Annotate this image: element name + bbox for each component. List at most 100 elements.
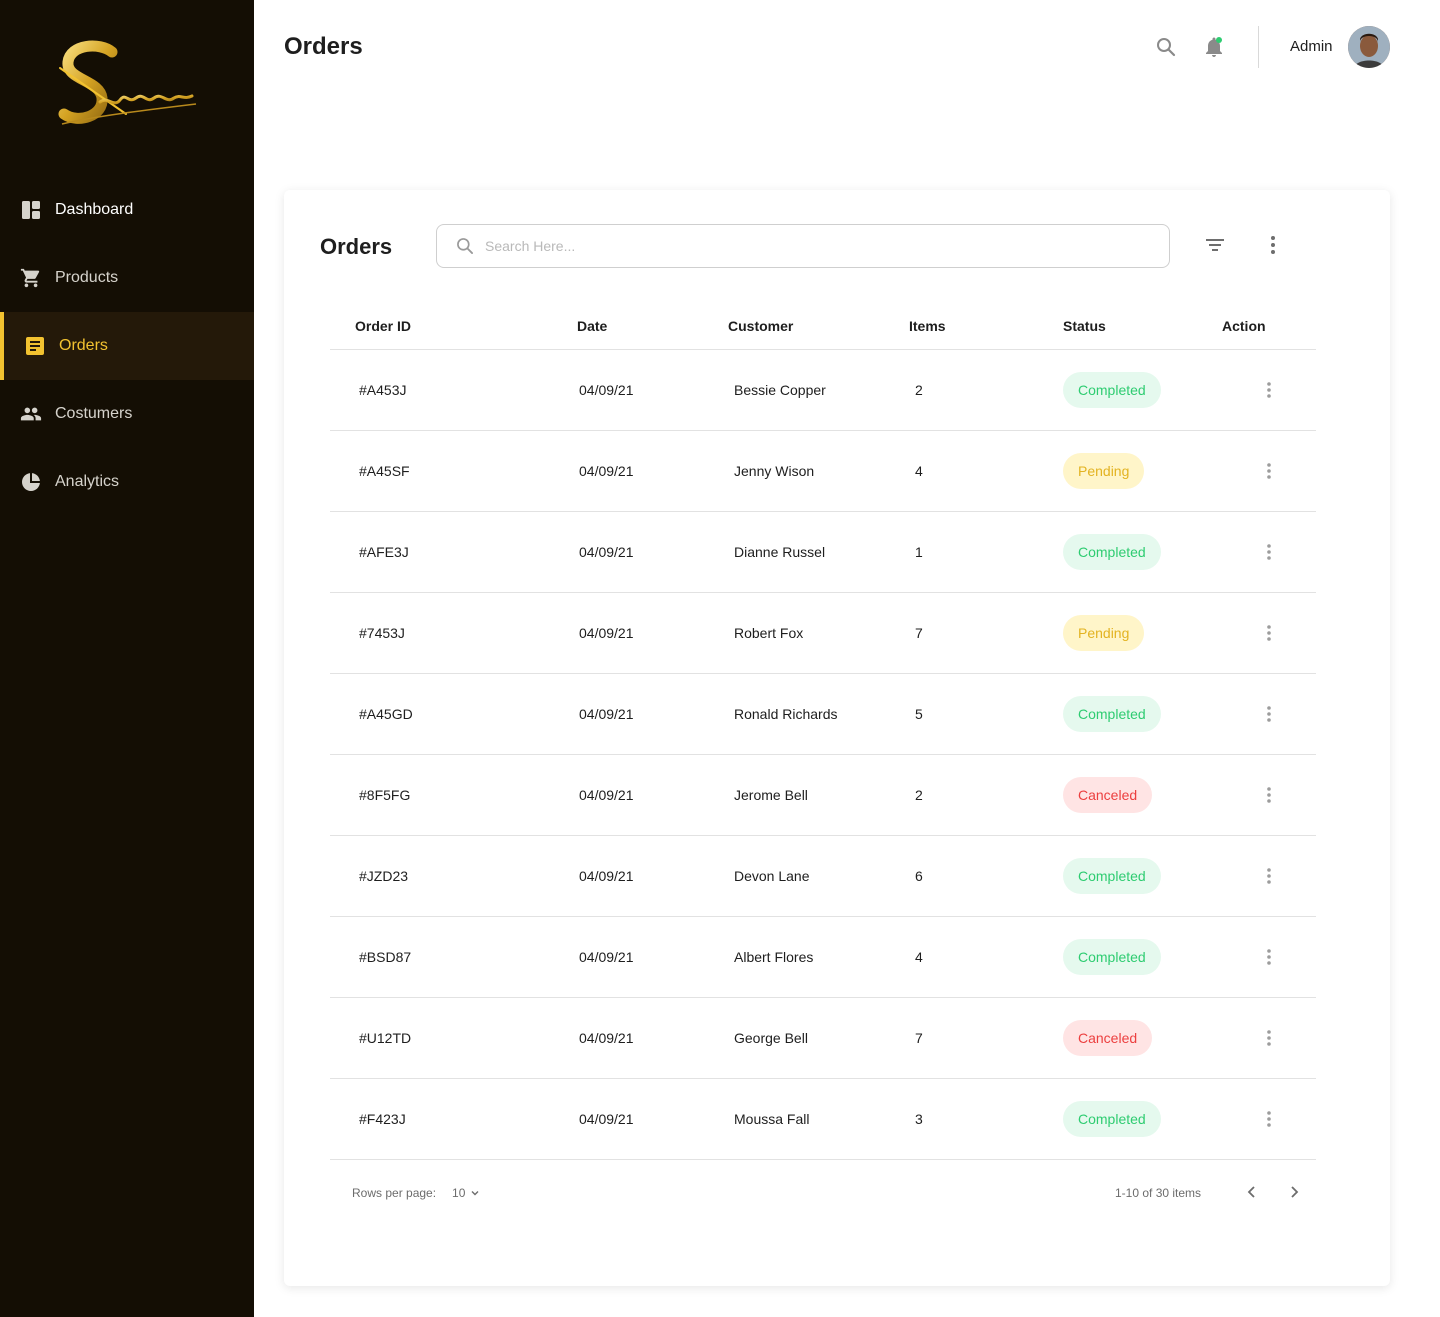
previous-page-button[interactable] (1242, 1182, 1262, 1202)
status-badge: Completed (1063, 695, 1161, 732)
row-action-button[interactable] (1222, 948, 1316, 966)
customer-cell: George Bell (728, 997, 909, 1079)
search-icon (457, 238, 473, 254)
table-row[interactable]: #F423J 04/09/21 Moussa Fall 3 Completed (330, 1078, 1316, 1160)
more-vertical-icon (1271, 236, 1275, 254)
date-cell: 04/09/21 (577, 997, 728, 1079)
order-id-cell: #8F5FG (330, 754, 577, 836)
action-cell (1222, 511, 1316, 593)
row-action-button[interactable] (1222, 867, 1316, 885)
action-cell (1222, 754, 1316, 836)
status-badge: Canceled (1063, 1019, 1153, 1056)
sidebar-item-label: Costumers (55, 405, 133, 422)
table-row[interactable]: #BSD87 04/09/21 Albert Flores 4 Completed (330, 916, 1316, 998)
items-cell: 4 (909, 430, 1063, 512)
chevron-down-icon (471, 1191, 479, 1196)
status-cell: Canceled (1063, 997, 1222, 1079)
items-cell: 2 (909, 349, 1063, 431)
pagination-range: 1-10 of 30 items (1115, 1186, 1202, 1200)
rows-per-page-select[interactable]: 10 (452, 1186, 481, 1200)
table-row[interactable]: #A453J 04/09/21 Bessie Copper 2 Completed (330, 349, 1316, 431)
brand-logo[interactable] (56, 38, 200, 134)
avatar[interactable] (1348, 26, 1390, 68)
status-cell: Completed (1063, 1078, 1222, 1160)
items-cell: 5 (909, 673, 1063, 755)
table-row[interactable]: #A45SF 04/09/21 Jenny Wison 4 Pending (330, 430, 1316, 512)
people-icon (20, 403, 42, 425)
customer-cell: Jerome Bell (728, 754, 909, 836)
search-icon (1157, 38, 1176, 57)
row-action-button[interactable] (1222, 462, 1316, 480)
order-id-cell: #AFE3J (330, 511, 577, 593)
order-id-cell: #F423J (330, 1078, 577, 1160)
header-search-button[interactable] (1154, 35, 1178, 59)
row-action-button[interactable] (1222, 543, 1316, 561)
action-cell (1222, 430, 1316, 512)
status-badge: Pending (1063, 614, 1145, 651)
orders-table: Order ID Date Customer Items Status Acti… (330, 304, 1316, 1160)
brand-logo-mark (58, 40, 197, 125)
items-cell: 7 (909, 997, 1063, 1079)
rows-per-page-value: 10 (452, 1186, 466, 1200)
column-header-date[interactable]: Date (577, 304, 728, 350)
page-title: Orders (284, 33, 363, 60)
status-cell: Completed (1063, 511, 1222, 593)
sidebar-item-costumers[interactable]: Costumers (0, 380, 254, 448)
row-action-button[interactable] (1222, 624, 1316, 642)
action-cell (1222, 673, 1316, 755)
sidebar-item-orders[interactable]: Orders (0, 312, 254, 380)
row-action-button[interactable] (1222, 786, 1316, 804)
items-cell: 6 (909, 835, 1063, 917)
next-page-button[interactable] (1284, 1182, 1304, 1202)
status-badge: Completed (1063, 857, 1161, 894)
column-header-status[interactable]: Status (1063, 304, 1222, 350)
date-cell: 04/09/21 (577, 835, 728, 917)
search-field[interactable] (436, 224, 1170, 268)
sidebar-item-label: Orders (59, 337, 108, 354)
action-cell (1222, 997, 1316, 1079)
table-header-row: Order ID Date Customer Items Status Acti… (330, 304, 1316, 350)
status-cell: Completed (1063, 835, 1222, 917)
status-cell: Completed (1063, 673, 1222, 755)
table-row[interactable]: #7453J 04/09/21 Robert Fox 7 Pending (330, 592, 1316, 674)
sidebar-item-products[interactable]: Products (0, 244, 254, 312)
customer-cell: Ronald Richards (728, 673, 909, 755)
date-cell: 04/09/21 (577, 349, 728, 431)
user-name[interactable]: Admin (1290, 38, 1333, 55)
sidebar: Dashboard Products Orders Costumers Anal… (0, 0, 254, 1317)
order-id-cell: #7453J (330, 592, 577, 674)
action-cell (1222, 592, 1316, 674)
filter-button[interactable] (1204, 234, 1226, 256)
search-input[interactable] (485, 238, 1085, 254)
row-action-button[interactable] (1222, 705, 1316, 723)
more-vertical-icon (1267, 381, 1271, 398)
column-header-items[interactable]: Items (909, 304, 1063, 350)
action-cell (1222, 916, 1316, 998)
status-cell: Completed (1063, 349, 1222, 431)
status-badge: Completed (1063, 371, 1161, 408)
action-cell (1222, 835, 1316, 917)
items-cell: 4 (909, 916, 1063, 998)
order-id-cell: #A453J (330, 349, 577, 431)
notifications-button[interactable] (1202, 35, 1226, 59)
more-options-button[interactable] (1262, 234, 1284, 256)
table-row[interactable]: #A45GD 04/09/21 Ronald Richards 5 Completed (330, 673, 1316, 755)
row-action-button[interactable] (1222, 1110, 1316, 1128)
column-header-order-id[interactable]: Order ID (330, 304, 577, 350)
table-row[interactable]: #JZD23 04/09/21 Devon Lane 6 Completed (330, 835, 1316, 917)
table-row[interactable]: #AFE3J 04/09/21 Dianne Russel 1 Completed (330, 511, 1316, 593)
row-action-button[interactable] (1222, 1029, 1316, 1047)
date-cell: 04/09/21 (577, 673, 728, 755)
row-action-button[interactable] (1222, 381, 1316, 399)
table-row[interactable]: #U12TD 04/09/21 George Bell 7 Canceled (330, 997, 1316, 1079)
customer-cell: Devon Lane (728, 835, 909, 917)
table-row[interactable]: #8F5FG 04/09/21 Jerome Bell 2 Canceled (330, 754, 1316, 836)
more-vertical-icon (1267, 543, 1271, 560)
column-header-action: Action (1222, 304, 1316, 350)
column-header-customer[interactable]: Customer (728, 304, 909, 350)
customer-cell: Moussa Fall (728, 1078, 909, 1160)
sidebar-item-analytics[interactable]: Analytics (0, 448, 254, 516)
more-vertical-icon (1267, 867, 1271, 884)
sidebar-item-label: Products (55, 269, 119, 286)
sidebar-item-dashboard[interactable]: Dashboard (0, 176, 254, 244)
